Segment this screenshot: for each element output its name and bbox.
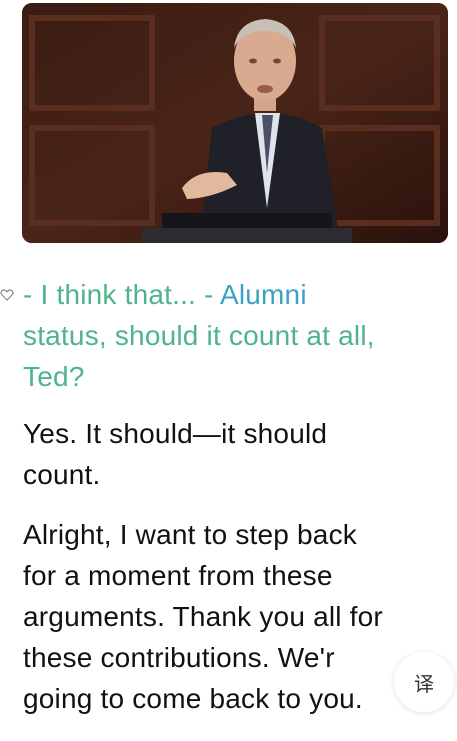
heart-outline-icon[interactable] (0, 288, 14, 302)
lecture-video-frame (22, 3, 448, 243)
video-player[interactable] (22, 3, 448, 243)
translate-button[interactable]: 译 (394, 652, 454, 712)
transcript-line: these contributions. We'r (23, 642, 335, 673)
transcript-line: Ted? (23, 361, 85, 392)
transcript-current-text: - I think that... - (23, 279, 220, 310)
translate-icon: 译 (414, 671, 434, 696)
transcript-line: Alright, I want to step back (23, 519, 357, 550)
transcript-line: for a moment from these (23, 560, 333, 591)
transcript-line: count. (23, 459, 101, 490)
transcript-highlighted-word: Alumni (219, 279, 307, 310)
transcript-panel: - I think that... - Alumni status, shoul… (23, 274, 453, 719)
transcript-line: arguments. Thank you all for (23, 601, 383, 632)
transcript-line: status, should it count at all, (23, 320, 375, 351)
transcript-segment[interactable]: Yes. It should—it should count. (23, 413, 453, 495)
transcript-line: going to come back to you. (23, 683, 363, 714)
transcript-segment[interactable]: Alright, I want to step back for a momen… (23, 514, 453, 719)
transcript-line: Yes. It should—it should (23, 418, 328, 449)
transcript-current-segment[interactable]: - I think that... - Alumni status, shoul… (23, 274, 453, 397)
